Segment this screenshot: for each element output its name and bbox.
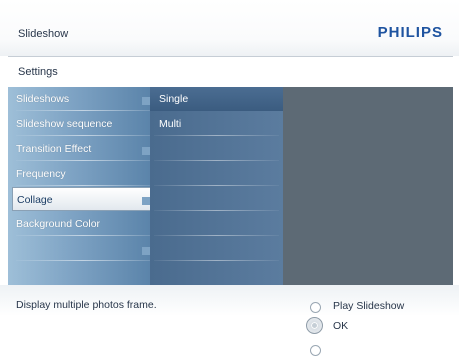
photo-frame-screen: Slideshow PHILIPS Settings Slideshows Sl… (0, 0, 459, 363)
menu-item-label: Slideshow sequence (16, 118, 113, 130)
divider (154, 210, 279, 211)
menu-item-empty (8, 237, 150, 261)
divider (16, 185, 150, 186)
divider (16, 110, 150, 111)
section-title: Settings (18, 66, 58, 78)
menu-item-slideshow-sequence[interactable]: Slideshow sequence (8, 112, 150, 136)
option-label: Multi (159, 118, 182, 130)
play-slideshow-label: Play Slideshow (333, 300, 405, 312)
divider (142, 197, 150, 205)
option-empty (150, 237, 283, 261)
nav-up-icon[interactable] (310, 302, 321, 313)
option-list: Single Multi (150, 87, 283, 285)
menu-item-label: Collage (17, 194, 53, 206)
menu-item-slideshows[interactable]: Slideshows (8, 87, 150, 111)
divider (16, 160, 150, 161)
menu-item-transition-effect[interactable]: Transition Effect (8, 137, 150, 161)
divider (154, 235, 279, 236)
footer-bar: Display multiple photos frame. Play Slid… (0, 285, 459, 363)
divider (142, 97, 150, 105)
header-divider (8, 56, 453, 57)
menu-item-frequency[interactable]: Frequency (8, 162, 150, 186)
brand-logo: PHILIPS (377, 24, 443, 41)
menu-item-label: Transition Effect (16, 143, 92, 155)
divider (16, 135, 150, 136)
settings-menu: Slideshows Slideshow sequence Transition… (8, 87, 152, 286)
header-bar: Slideshow PHILIPS (0, 0, 459, 56)
option-empty (150, 262, 283, 286)
divider (16, 235, 150, 236)
menu-item-label: Background Color (16, 218, 101, 230)
help-text: Display multiple photos frame. (16, 299, 157, 311)
menu-item-empty (8, 262, 150, 286)
menu-item-background-color[interactable]: Background Color (8, 212, 150, 236)
divider (142, 247, 150, 255)
ok-button-icon[interactable] (306, 317, 323, 334)
option-empty (150, 162, 283, 186)
divider (142, 147, 150, 155)
divider (154, 160, 279, 161)
ok-label: OK (333, 320, 349, 332)
preview-area (283, 87, 453, 285)
menu-item-collage[interactable]: Collage (12, 187, 152, 211)
option-single[interactable]: Single (150, 87, 283, 111)
menu-item-label: Frequency (16, 168, 66, 180)
option-empty (150, 187, 283, 211)
header-title: Slideshow (18, 28, 69, 40)
option-empty (150, 212, 283, 236)
option-label: Single (159, 93, 189, 105)
nav-down-icon[interactable] (310, 345, 321, 356)
option-multi[interactable]: Multi (150, 112, 283, 136)
divider (154, 135, 279, 136)
divider (154, 260, 279, 261)
divider (154, 185, 279, 186)
option-empty (150, 137, 283, 161)
menu-item-label: Slideshows (16, 93, 70, 105)
divider (16, 260, 150, 261)
